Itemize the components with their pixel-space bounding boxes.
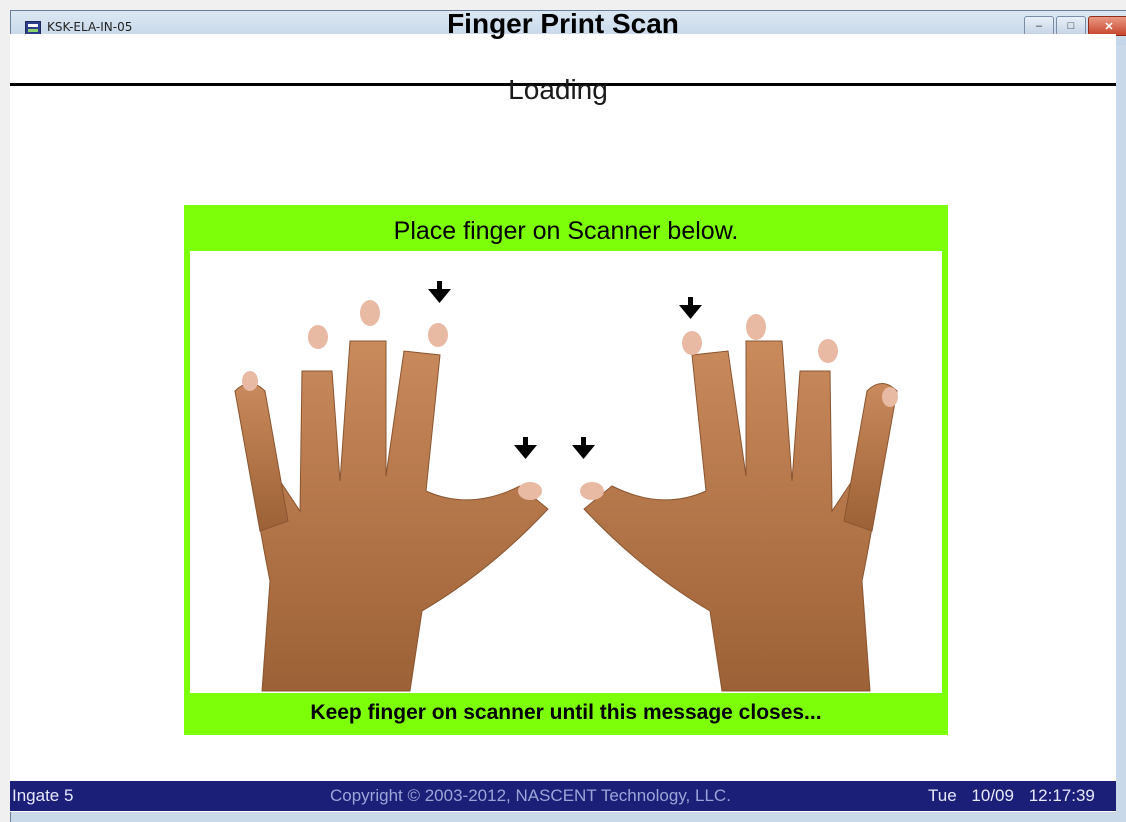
- scan-panel: Place finger on Scanner below. Keep fing…: [184, 205, 948, 735]
- day-label: Tue: [928, 786, 957, 805]
- time-label: 12:17:39: [1028, 786, 1095, 805]
- datetime: Tue 10/09 12:17:39: [928, 786, 1105, 806]
- right-hand-image: [583, 340, 898, 692]
- status-bar: Ingate 5 Copyright © 2003-2012, NASCENT …: [10, 781, 1116, 811]
- left-hand-image: [234, 340, 549, 692]
- scan-instruction: Place finger on Scanner below.: [393, 217, 739, 245]
- copyright-text: Copyright © 2003-2012, NASCENT Technolog…: [330, 786, 731, 805]
- arrow-down-icon: [428, 281, 451, 303]
- scan-footer-message: Keep finger on scanner until this messag…: [310, 701, 822, 724]
- page-title: Finger Print Scan: [447, 8, 679, 39]
- date-label: 10/09: [971, 786, 1014, 805]
- hands-illustration: [190, 251, 942, 693]
- arrow-down-icon: [514, 437, 537, 459]
- arrow-down-icon: [572, 437, 595, 459]
- arrow-down-icon: [679, 297, 702, 319]
- location-label: Ingate 5: [12, 786, 74, 805]
- loading-status: Loading: [508, 74, 608, 105]
